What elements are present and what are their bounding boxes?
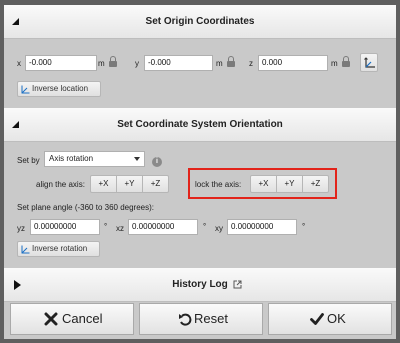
inverse-location-label: Inverse location <box>32 84 89 93</box>
align-z-button[interactable]: +Z <box>142 175 169 193</box>
chevron-down-icon <box>134 157 140 161</box>
xy-input[interactable]: 0.00000000 <box>227 219 297 235</box>
yz-input[interactable]: 0.00000000 <box>30 219 100 235</box>
orientation-panel-title: Set Coordinate System Orientation <box>117 119 283 130</box>
origin-panel-title: Set Origin Coordinates <box>145 16 255 27</box>
orientation-panel-header[interactable]: Set Coordinate System Orientation <box>4 108 396 142</box>
x-lock-icon[interactable] <box>109 56 118 67</box>
ok-label: OK <box>327 311 346 326</box>
xy-label: xy <box>215 224 223 233</box>
xz-input[interactable]: 0.00000000 <box>128 219 198 235</box>
y-lock-icon[interactable] <box>227 56 236 67</box>
undo-icon <box>179 313 192 326</box>
lock-axis-group: +X +Y +Z <box>250 175 329 193</box>
lock-z-button[interactable]: +Z <box>302 175 329 193</box>
history-panel-title: History Log <box>172 279 228 290</box>
check-icon <box>310 313 324 325</box>
cancel-button[interactable]: Cancel <box>10 303 134 335</box>
y-input[interactable]: -0.000 <box>144 55 213 71</box>
set-by-dropdown[interactable]: Axis rotation <box>44 151 145 167</box>
history-panel-header[interactable]: History Log <box>4 268 396 302</box>
align-x-button[interactable]: +X <box>90 175 117 193</box>
external-link-icon[interactable] <box>233 280 242 289</box>
inverse-location-button[interactable]: Inverse location <box>17 81 101 97</box>
inverse-icon <box>21 85 30 94</box>
align-axis-group: +X +Y +Z <box>90 175 169 193</box>
xz-degree: ° <box>203 222 207 231</box>
origin-panel-header[interactable]: Set Origin Coordinates <box>4 5 396 39</box>
x-unit: m <box>98 59 105 68</box>
axes-icon <box>364 57 375 68</box>
xy-degree: ° <box>302 222 306 231</box>
inverse-rotation-label: Inverse rotation <box>32 244 88 253</box>
yz-label: yz <box>17 224 25 233</box>
x-icon <box>44 312 58 326</box>
reset-label: Reset <box>194 311 228 326</box>
z-lock-icon[interactable] <box>342 56 351 67</box>
axes-button[interactable] <box>360 53 378 72</box>
x-input[interactable]: -0.000 <box>25 55 97 71</box>
set-by-value: Axis rotation <box>49 154 94 163</box>
lock-y-button[interactable]: +Y <box>276 175 303 193</box>
yz-degree: ° <box>104 222 108 231</box>
info-icon[interactable]: i <box>152 157 162 167</box>
x-label: x <box>17 59 21 68</box>
dialog-window: Set Origin Coordinates x -0.000 m y -0.0… <box>4 5 396 339</box>
inverse-icon <box>21 245 30 254</box>
y-unit: m <box>216 59 223 68</box>
align-axis-label: align the axis: <box>36 180 85 189</box>
plane-angle-label: Set plane angle (-360 to 360 degrees): <box>17 203 154 212</box>
set-by-label: Set by <box>17 156 40 165</box>
lock-axis-label: lock the axis: <box>195 180 242 189</box>
inverse-rotation-button[interactable]: Inverse rotation <box>17 241 100 257</box>
y-label: y <box>135 59 139 68</box>
cancel-label: Cancel <box>62 311 103 326</box>
z-unit: m <box>331 59 338 68</box>
reset-button[interactable]: Reset <box>139 303 263 335</box>
z-label: z <box>249 59 253 68</box>
align-y-button[interactable]: +Y <box>116 175 143 193</box>
lock-x-button[interactable]: +X <box>250 175 277 193</box>
xz-label: xz <box>116 224 124 233</box>
z-input[interactable]: 0.000 <box>258 55 328 71</box>
ok-button[interactable]: OK <box>268 303 392 335</box>
